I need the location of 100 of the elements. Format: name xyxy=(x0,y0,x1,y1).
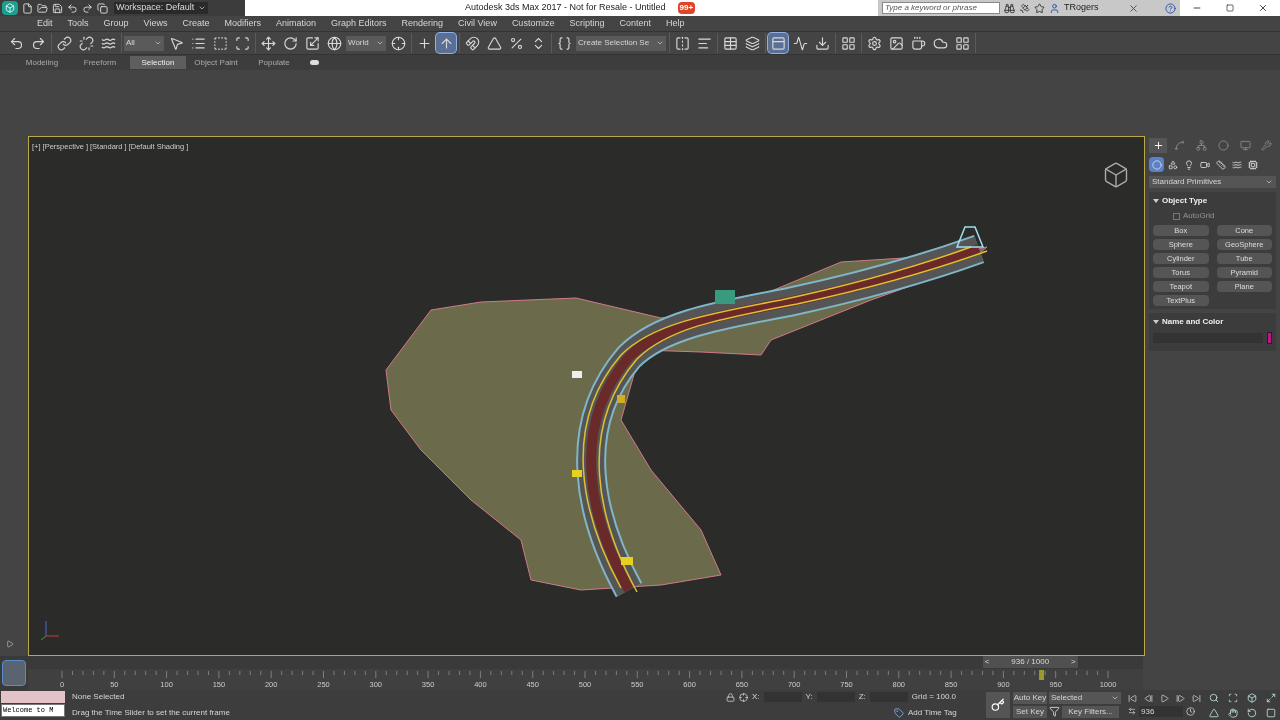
absolute-mode-icon[interactable] xyxy=(739,692,748,702)
rollout-title[interactable]: Object Type xyxy=(1153,195,1272,207)
binoculars-icon[interactable] xyxy=(1004,2,1015,14)
zoom-all-icon[interactable] xyxy=(1227,692,1238,703)
menu-item[interactable]: Rendering xyxy=(401,16,444,31)
key-filter-icon[interactable] xyxy=(1049,706,1060,717)
plus-tab[interactable] xyxy=(1149,138,1167,153)
notification-badge[interactable]: 99+ xyxy=(677,2,696,14)
menu-item[interactable]: Customize xyxy=(511,16,555,31)
current-frame-field[interactable]: 936 xyxy=(1139,705,1183,717)
menu-item[interactable]: Tools xyxy=(67,16,89,31)
step-back-icon[interactable] xyxy=(1143,693,1153,703)
menu-item[interactable]: Graph Editors xyxy=(330,16,387,31)
ribbon-button[interactable] xyxy=(768,33,788,53)
key-filters-button[interactable]: Key Filters... xyxy=(1062,706,1119,718)
menu-item[interactable]: Edit xyxy=(37,16,53,31)
step-forward-icon[interactable] xyxy=(1175,693,1185,703)
auto-key-button[interactable]: Auto Key xyxy=(1013,692,1047,704)
folder-icon[interactable] xyxy=(37,2,48,14)
rollout-arrow-icon[interactable] xyxy=(1153,319,1159,325)
rollout-arrow-icon[interactable] xyxy=(1153,198,1159,204)
maximize-viewport-icon[interactable] xyxy=(1265,707,1276,718)
key-mode-dropdown[interactable]: Selected xyxy=(1049,692,1121,704)
autogrid-label: AutoGrid xyxy=(1183,210,1215,222)
link-button[interactable] xyxy=(54,33,74,53)
ribbon-tab[interactable]: Modeling xyxy=(14,56,70,69)
orbit-icon[interactable] xyxy=(1246,707,1257,718)
menu-item[interactable]: Animation xyxy=(275,16,316,31)
toolbar-dropdown[interactable]: All xyxy=(124,35,164,51)
arrow-up-button[interactable] xyxy=(436,33,456,53)
menu-item[interactable]: Views xyxy=(143,16,168,31)
menu-item[interactable]: Content xyxy=(619,16,651,31)
menu-item[interactable]: Group xyxy=(103,16,129,31)
curve-icon xyxy=(792,35,808,51)
search-field[interactable]: Type a keyword or phrase xyxy=(882,2,1000,14)
undo-icon[interactable] xyxy=(67,2,78,14)
unlink-button[interactable] xyxy=(76,33,96,53)
new-file-icon[interactable] xyxy=(22,2,33,14)
time-tag-icon[interactable] xyxy=(894,708,904,718)
viewcube-icon[interactable] xyxy=(1102,161,1130,189)
star-icon[interactable] xyxy=(1034,2,1045,14)
next-frame-button[interactable]: > xyxy=(1069,656,1078,668)
zoom-extents-icon[interactable] xyxy=(1265,692,1276,703)
cube-icon[interactable] xyxy=(1246,692,1257,703)
set-key-big-button[interactable] xyxy=(986,692,1010,718)
rollout-title[interactable]: Name and Color xyxy=(1153,316,1272,328)
window-title: Autodesk 3ds Max 2017 - Not for Resale - Untitled xyxy=(465,1,666,15)
undo-icon xyxy=(8,35,24,51)
expand-arrow-icon[interactable] xyxy=(6,640,14,648)
play-icon[interactable] xyxy=(1159,693,1169,703)
ribbon-tab[interactable]: Populate xyxy=(246,56,302,69)
app-logo-icon[interactable] xyxy=(2,1,18,15)
systems-category-button[interactable] xyxy=(1245,157,1260,172)
set-key-button[interactable]: Set Key xyxy=(1013,706,1047,718)
ribbon-options-icon[interactable] xyxy=(310,60,319,65)
ruler-category-button[interactable] xyxy=(1213,157,1228,172)
camera-icon xyxy=(1199,159,1210,170)
close-icon[interactable] xyxy=(1258,3,1268,13)
menu-item[interactable]: Help xyxy=(665,16,685,31)
grid-icon xyxy=(954,35,970,51)
ribbon-tab[interactable]: Selection xyxy=(130,56,186,69)
menu-item[interactable]: Civil View xyxy=(458,16,497,31)
previous-frame-button[interactable]: < xyxy=(982,656,992,668)
lock-icon[interactable] xyxy=(726,692,735,702)
menu-item[interactable]: Create xyxy=(182,16,210,31)
sphere-category-button[interactable] xyxy=(1149,157,1164,172)
systems-icon xyxy=(1247,159,1258,170)
satellite-icon[interactable] xyxy=(1019,2,1030,14)
frame-window-icon xyxy=(888,35,904,51)
wrench-icon xyxy=(1261,140,1273,151)
add-time-tag-link[interactable]: Add Time Tag xyxy=(908,707,957,719)
project-icon[interactable] xyxy=(97,2,108,14)
ribbon-tab[interactable]: Freeform xyxy=(72,56,128,69)
rotate-icon xyxy=(282,35,298,51)
key-mode-toggle-icon[interactable] xyxy=(1128,707,1136,715)
hierarchy-icon xyxy=(1196,140,1208,151)
workspace-dropdown[interactable]: Workspace: Default xyxy=(114,2,208,14)
toolbar-dropdown[interactable]: Create Selection Se xyxy=(576,35,666,51)
exchange-icon[interactable] xyxy=(1128,2,1139,14)
toolbar-dropdown[interactable]: World xyxy=(346,35,386,51)
maximize-icon[interactable] xyxy=(1226,4,1234,12)
menu-item[interactable]: Scripting xyxy=(569,16,605,31)
save-icon[interactable] xyxy=(52,2,63,14)
ribbon-tab[interactable]: Object Paint xyxy=(188,56,244,69)
primitives-dropdown[interactable]: Standard Primitives xyxy=(1149,176,1276,188)
skip-forward-icon[interactable] xyxy=(1191,693,1201,703)
zoom-icon[interactable] xyxy=(1208,692,1219,703)
time-config-icon[interactable] xyxy=(1186,706,1195,716)
object-color-swatch[interactable] xyxy=(1267,332,1272,344)
help-icon[interactable] xyxy=(1165,2,1176,14)
time-slider-thumb[interactable]: < 936 / 1000 > xyxy=(982,656,1078,668)
percent-icon xyxy=(508,35,524,51)
pan-icon[interactable] xyxy=(1227,707,1238,718)
user-name[interactable]: TRogers xyxy=(1064,1,1124,15)
sphere-icon xyxy=(1151,159,1162,170)
menu-item[interactable]: Modifiers xyxy=(224,16,261,31)
snap-icon xyxy=(464,35,480,51)
skip-back-icon[interactable] xyxy=(1127,693,1137,703)
caret-icon xyxy=(1111,694,1119,702)
redo-icon[interactable] xyxy=(82,2,93,14)
